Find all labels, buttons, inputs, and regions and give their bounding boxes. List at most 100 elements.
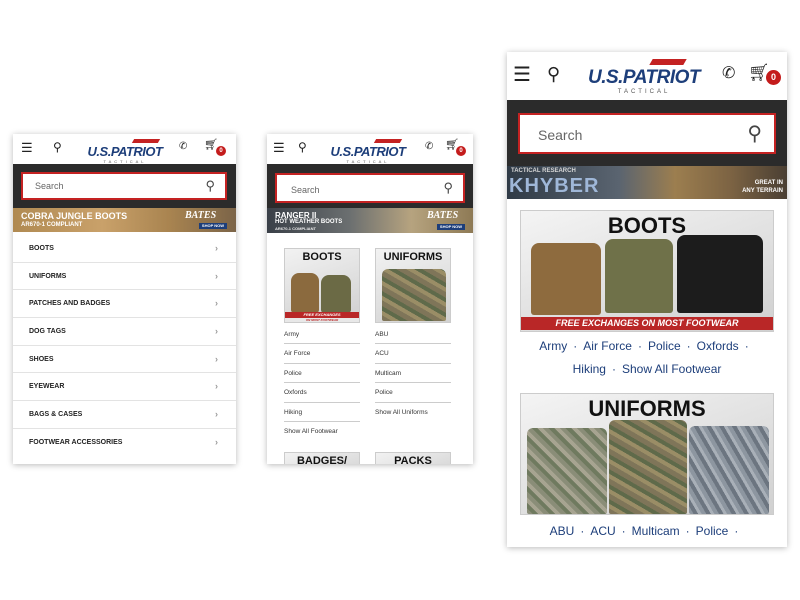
boot-olive	[605, 239, 673, 313]
hamburger-icon[interactable]: ☰	[513, 65, 531, 85]
category-uniforms[interactable]: UNIFORMS ABU ACU Multicam Police Show Al…	[375, 248, 451, 422]
jacket-multicam	[609, 420, 687, 514]
site-logo[interactable]: U.S.PATRIOT TACTICAL	[313, 138, 423, 164]
search-bar: Search ⚲	[267, 164, 473, 208]
packs-image[interactable]: PACKS	[375, 452, 451, 464]
phone-icon[interactable]: ✆	[425, 142, 433, 152]
site-header: ☰ ⚲ U.S.PATRIOT TACTICAL ✆ 🛒︎ 0	[13, 134, 236, 164]
mobile-screen-zoomed: ☰ ⚲ U.S.PATRIOT TACTICAL ✆ 🛒︎ 0 Search ⚲…	[507, 52, 787, 547]
link-acu[interactable]: ACU	[590, 524, 615, 538]
promo-banner[interactable]: COBRA JUNGLE BOOTS AR670-1 COMPLIANT BAT…	[13, 208, 236, 232]
link-abu[interactable]: ABU	[550, 524, 575, 538]
promo-banner[interactable]: TACTICAL RESEARCH KHYBER GREAT IN ANY TE…	[507, 166, 787, 199]
uniforms-image[interactable]: UNIFORMS	[375, 248, 451, 323]
menu-item-shoes[interactable]: SHOES ›	[13, 346, 236, 374]
promo-banner[interactable]: RANGER II HOT WEATHER BOOTS AR670-1 COMP…	[267, 208, 473, 233]
link-police[interactable]: Police	[375, 383, 451, 403]
site-header: ☰ ⚲ U.S.PATRIOT TACTICAL ✆ 🛒︎ 0	[267, 134, 473, 164]
mobile-screen-menu: ☰ ⚲ U.S.PATRIOT TACTICAL ✆ 🛒︎ 0 Search ⚲…	[13, 134, 236, 464]
map-pin-icon[interactable]: ⚲	[547, 65, 560, 83]
link-abu[interactable]: ABU	[375, 325, 451, 345]
site-logo[interactable]: U.S.PATRIOT TACTICAL	[571, 57, 717, 95]
chevron-right-icon: ›	[215, 353, 218, 364]
menu-item-bags[interactable]: BAGS & CASES ›	[13, 401, 236, 429]
link-multicam[interactable]: Multicam	[632, 524, 680, 538]
menu-item-uniforms[interactable]: UNIFORMS ›	[13, 263, 236, 291]
map-pin-icon[interactable]: ⚲	[298, 141, 307, 153]
site-logo[interactable]: U.S.PATRIOT TACTICAL	[71, 138, 179, 164]
jacket-abu	[689, 426, 769, 514]
boots-image[interactable]: BOOTS FREE EXCHANGES ON MOST FOOTWEAR	[520, 210, 774, 332]
chevron-right-icon: ›	[215, 409, 218, 420]
uniforms-image[interactable]: UNIFORMS	[520, 393, 774, 515]
link-army[interactable]: Army	[284, 325, 360, 345]
category-boots[interactable]: BOOTS FREE EXCHANGES ON MOST FOOTWEAR	[520, 210, 774, 332]
category-menu: BOOTS › UNIFORMS › PATCHES AND BADGES › DOG…	[13, 235, 236, 457]
cart-count-badge: 0	[456, 146, 466, 156]
phone-icon[interactable]: ✆	[722, 66, 735, 82]
cart-count-badge: 0	[216, 146, 226, 156]
link-show-all-footwear[interactable]: Show All Footwear	[284, 422, 360, 441]
flag-graphic	[373, 139, 403, 143]
category-badges[interactable]: BADGES/	[284, 452, 360, 464]
boot-black	[677, 235, 763, 313]
magnifier-icon[interactable]: ⚲	[205, 178, 215, 194]
category-boots[interactable]: BOOTS FREE EXCHANGES ON MOST FOOTWEAR Ar…	[284, 248, 360, 441]
link-acu[interactable]: ACU	[375, 344, 451, 364]
boots-links-row1: Army · Air Force · Police · Oxfords ·	[539, 339, 749, 353]
search-bar: Search ⚲	[507, 100, 787, 166]
phone-icon[interactable]: ✆	[179, 142, 187, 152]
link-oxfords[interactable]: Oxfords	[284, 383, 360, 403]
link-multicam[interactable]: Multicam	[375, 364, 451, 384]
link-air-force[interactable]: Air Force	[284, 344, 360, 364]
chevron-right-icon: ›	[215, 381, 218, 392]
menu-item-footwear-accessories[interactable]: FOOTWEAR ACCESSORIES ›	[13, 429, 236, 457]
magnifier-icon[interactable]: ⚲	[747, 121, 762, 146]
search-input[interactable]: Search ⚲	[275, 173, 465, 203]
flag-graphic	[649, 59, 687, 65]
category-packs[interactable]: PACKS	[375, 452, 451, 464]
jacket-acu	[527, 428, 607, 514]
map-pin-icon[interactable]: ⚲	[53, 141, 62, 153]
cart-count-badge: 0	[766, 70, 781, 85]
boots-image[interactable]: BOOTS FREE EXCHANGES ON MOST FOOTWEAR	[284, 248, 360, 323]
boot-tan	[531, 243, 601, 315]
hamburger-icon[interactable]: ☰	[21, 141, 33, 154]
badges-image[interactable]: BADGES/	[284, 452, 360, 464]
menu-item-boots[interactable]: BOOTS ›	[13, 235, 236, 263]
search-input[interactable]: Search ⚲	[518, 113, 776, 154]
link-hiking[interactable]: Hiking	[573, 362, 606, 376]
chevron-right-icon: ›	[215, 436, 218, 447]
boot-tan	[291, 273, 319, 313]
uniforms-links-row: ABU · ACU · Multicam · Police ·	[549, 524, 739, 538]
link-show-all-footwear[interactable]: Show All Footwear	[622, 362, 721, 376]
menu-item-patches[interactable]: PATCHES AND BADGES ›	[13, 290, 236, 319]
boot-olive	[321, 275, 351, 313]
chevron-right-icon: ›	[215, 243, 218, 253]
jacket-multicam	[382, 269, 446, 321]
link-police[interactable]: Police	[648, 339, 681, 353]
link-police[interactable]: Police	[284, 364, 360, 384]
boots-links: Army Air Force Police Oxfords Hiking Sho…	[284, 325, 360, 441]
uniforms-links: ABU ACU Multicam Police Show All Uniform…	[375, 325, 451, 422]
magnifier-icon[interactable]: ⚲	[443, 180, 453, 196]
link-army[interactable]: Army	[539, 339, 567, 353]
boots-links-row2: Hiking · Show All Footwear	[572, 362, 722, 376]
link-air-force[interactable]: Air Force	[583, 339, 632, 353]
link-oxfords[interactable]: Oxfords	[697, 339, 739, 353]
chevron-right-icon: ›	[215, 298, 218, 309]
site-header: ☰ ⚲ U.S.PATRIOT TACTICAL ✆ 🛒︎ 0	[507, 52, 787, 100]
link-police[interactable]: Police	[696, 524, 729, 538]
search-bar: Search ⚲	[13, 164, 236, 208]
category-uniforms[interactable]: UNIFORMS	[520, 393, 774, 515]
link-show-all-uniforms[interactable]: Show All Uniforms	[375, 403, 451, 422]
search-input[interactable]: Search ⚲	[21, 172, 227, 200]
link-hiking[interactable]: Hiking	[284, 403, 360, 422]
mobile-screen-categories: ☰ ⚲ U.S.PATRIOT TACTICAL ✆ 🛒︎ 0 Search ⚲…	[267, 134, 473, 464]
chevron-right-icon: ›	[215, 270, 218, 281]
menu-item-dog-tags[interactable]: DOG TAGS ›	[13, 318, 236, 346]
menu-item-eyewear[interactable]: EYEWEAR ›	[13, 373, 236, 402]
chevron-right-icon: ›	[215, 326, 218, 337]
flag-graphic	[131, 139, 161, 143]
hamburger-icon[interactable]: ☰	[273, 141, 285, 154]
